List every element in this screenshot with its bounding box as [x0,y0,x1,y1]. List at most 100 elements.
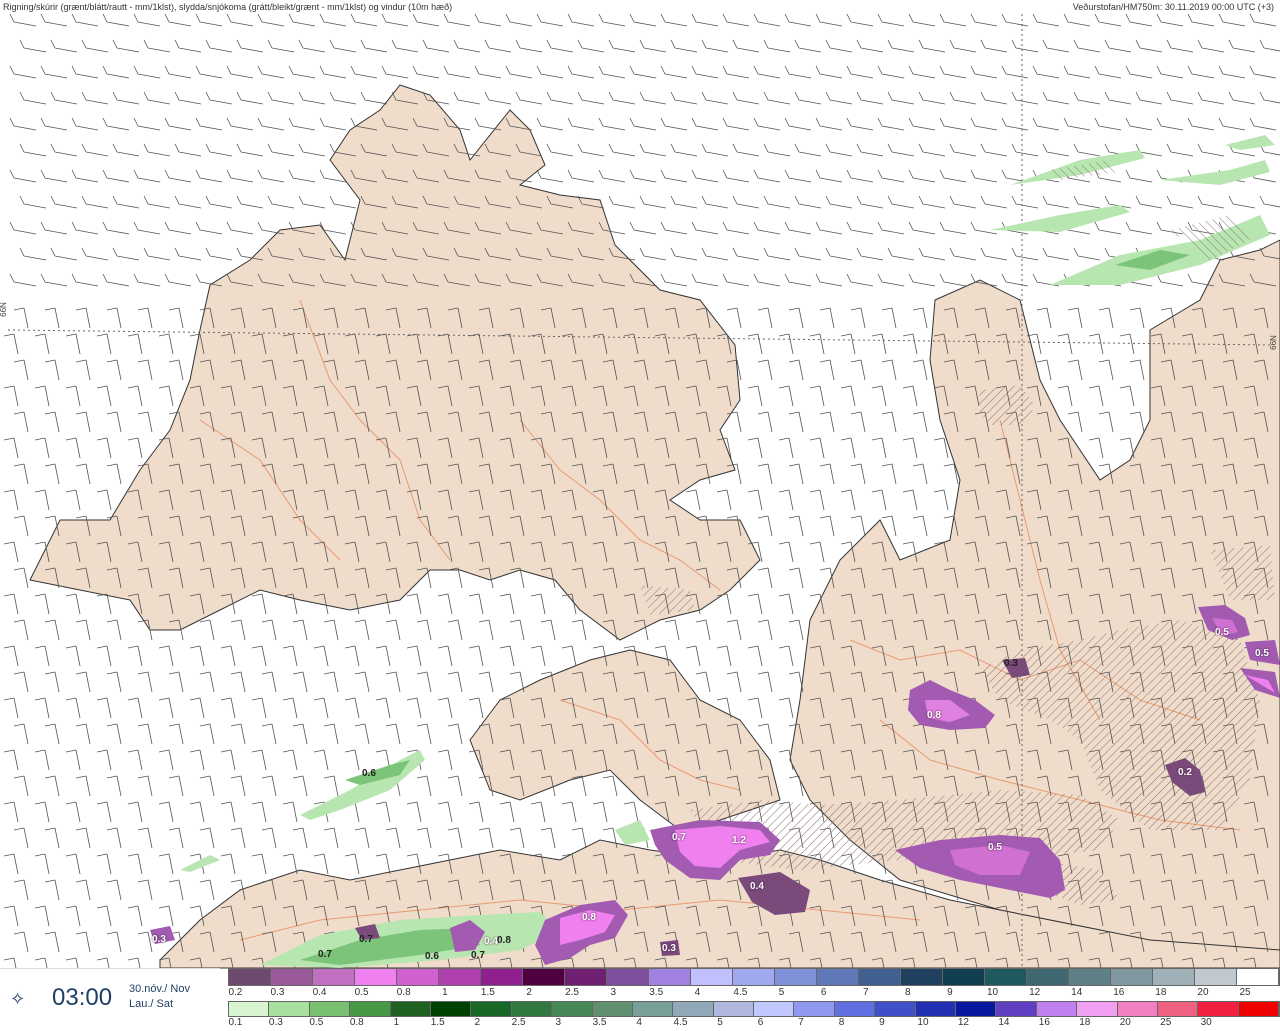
scale-tick-label: 3.5 [592,1017,607,1028]
scale-tick-label: 9 [879,1017,885,1028]
scale-tick-label: 12 [957,1017,969,1028]
scale-swatch [350,1002,391,1016]
scale-tick-label: 1.5 [430,1017,445,1028]
snow-scale-ticks: 0.2 0.3 0.4 0.5 0.8 1 1.5 2 2.5 3 3.5 4 4.5 5 6 7 8 9 10 12… [228,987,1280,999]
scale-tick-label: 8 [905,987,911,998]
scale-swatch [313,969,355,985]
scale-tick-label: 14 [1071,987,1083,998]
scale-swatch [834,1002,876,1016]
scale-tick-label: 4.5 [733,987,748,998]
forecast-time: 03:00 [52,984,113,1011]
scale-swatch [1117,1002,1158,1016]
value-label: 0.5 [988,842,1002,853]
scale-swatch [1198,1002,1239,1016]
scale-swatch [915,1002,957,1016]
value-label: 0.5 [1255,648,1269,659]
scale-tick-label: 0.2 [228,987,243,998]
scale-swatch [1027,969,1069,985]
scale-tick-label: 1.5 [480,987,495,998]
scale-swatch [229,1002,270,1016]
scale-tick-label: 4.5 [673,1017,688,1028]
scale-swatch [817,969,859,985]
scale-tick-label: 1 [393,1017,400,1028]
value-label: 0.7 [318,949,332,960]
forecast-weekday: Lau./ Sat [129,998,174,1010]
scale-swatch [996,1002,1037,1016]
scale-swatch [271,969,313,985]
scale-swatch [1036,1002,1078,1016]
value-label: 0.7 [471,950,485,961]
scale-tick-label: 0.3 [270,987,285,998]
value-label: 0.5 [1215,627,1229,638]
value-label: 1.2 [732,835,746,846]
scale-tick-label: 0.4 [312,987,327,998]
scale-swatch [775,969,817,985]
value-label: 0.3 [1004,658,1018,669]
value-label: 0.6 [425,951,439,962]
scale-swatch [943,969,985,985]
value-label: 0.7 [672,832,686,843]
scale-tick-label: 1 [442,987,448,998]
scale-tick-label: 8 [838,1017,845,1028]
time-box: ✧ 03:00 30.nóv./ Nov Lau./ Sat [0,968,220,1031]
scale-swatch [552,1002,593,1016]
value-label: 0.8 [497,935,511,946]
snow-color-scale [228,968,1280,986]
scale-swatch [439,969,481,985]
scale-tick-label: 10 [917,1017,929,1028]
value-label: 0.7 [359,934,373,945]
scale-tick-label: 14 [998,1017,1010,1028]
scale-swatch [269,1002,310,1016]
value-label: 0.4 [484,936,498,947]
scale-swatch [649,969,691,985]
scale-tick-label: 3.5 [649,987,664,998]
scale-swatch [229,969,271,985]
scale-swatch [754,1002,795,1016]
scale-tick-label: 2.5 [511,1017,526,1028]
value-label: 0.6 [362,768,376,779]
scale-tick-label: 10 [986,987,999,998]
scale-swatch [733,969,775,985]
scale-swatch [794,1002,835,1016]
scale-swatch [1157,1002,1199,1016]
scale-tick-label: 2 [526,987,532,998]
scale-tick-label: 4 [636,1017,642,1028]
snowflake-logo-icon: ✧ [10,989,26,1009]
scale-tick-label: 16 [1038,1017,1050,1028]
rain-scale-ticks: 0.1 0.3 0.5 0.8 1 1.5 2 2.5 3 3.5 4 4.5 5 6 7 8 9 10 12 14 1… [228,1017,1280,1029]
scale-tick-label: 5 [778,987,785,998]
scale-swatch [309,1002,351,1016]
scale-swatch [355,969,397,985]
scale-tick-label: 20 [1119,1017,1131,1028]
scale-swatch [713,1002,755,1016]
scale-tick-label: 0.8 [349,1017,364,1028]
latitude-label-right: 66N [1268,335,1278,350]
scale-swatch [592,1002,633,1016]
scale-swatch [565,969,607,985]
scale-swatch [471,1002,512,1016]
scale-tick-label: 12 [1029,987,1041,998]
scale-swatch [1077,1002,1118,1016]
scale-tick-label: 2 [474,1017,481,1028]
scale-tick-label: 18 [1155,987,1167,998]
scale-swatch [481,969,523,985]
scale-tick-label: 25 [1239,987,1251,998]
scale-swatch [390,1002,431,1016]
forecast-date: 30.nóv./ Nov [129,983,190,995]
value-label: 0.3 [662,943,676,954]
scale-swatch [691,969,733,985]
scale-tick-label: 0.3 [268,1017,283,1028]
scale-tick-label: 18 [1079,1017,1091,1028]
scale-swatch [1153,969,1195,985]
scale-swatch [632,1002,674,1016]
scale-swatch [430,1002,472,1016]
scale-swatch [607,969,649,985]
scale-tick-label: 6 [820,987,827,998]
weather-map [0,0,1280,1030]
value-label: 0.2 [1178,767,1192,778]
scale-tick-label: 3 [610,987,617,998]
value-label: 0.3 [152,934,166,945]
scale-tick-label: 5 [717,1017,723,1028]
scale-tick-label: 30 [1200,1017,1212,1028]
scale-tick-label: 7 [798,1017,804,1028]
